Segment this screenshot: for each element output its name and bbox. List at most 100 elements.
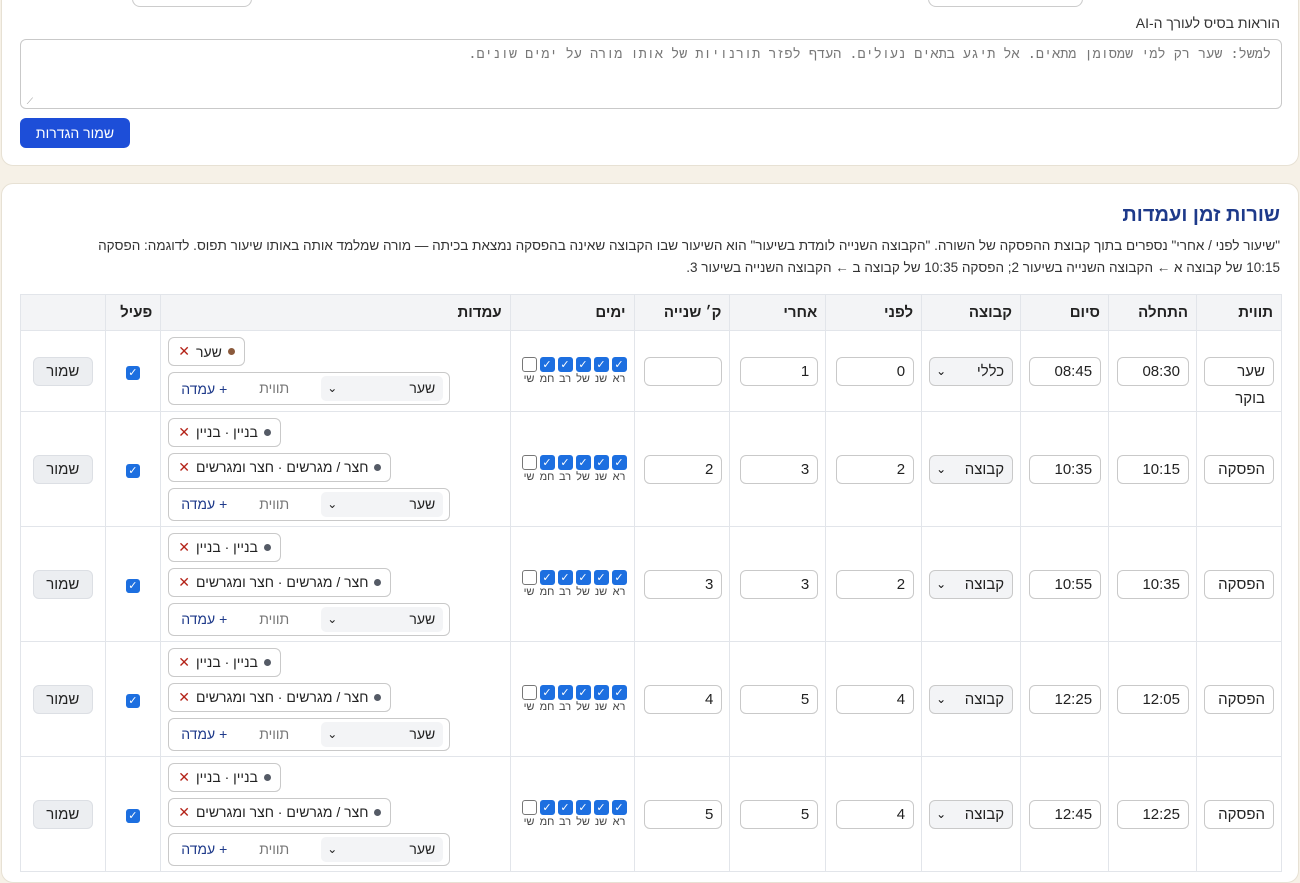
remove-station-icon[interactable]: ✕ bbox=[178, 343, 190, 360]
save-settings-button[interactable]: שמור הגדרות bbox=[20, 118, 130, 148]
station-type-select[interactable]: שער ⌄ bbox=[321, 836, 444, 862]
row-label-input[interactable]: הפסקה bbox=[1204, 684, 1274, 714]
start-time-input[interactable]: 08:30 bbox=[1117, 356, 1189, 386]
day-checkbox[interactable]: ✓ bbox=[539, 455, 555, 470]
remove-station-icon[interactable]: ✕ bbox=[178, 804, 190, 821]
lesson-before-input[interactable]: 2 bbox=[836, 569, 915, 599]
save-row-button[interactable]: שמור bbox=[32, 454, 93, 484]
resize-grip-icon[interactable]: ⟋ bbox=[23, 97, 33, 107]
save-row-button[interactable]: שמור bbox=[32, 356, 93, 386]
end-time-input[interactable]: 12:45 bbox=[1029, 799, 1102, 829]
lesson-before-input[interactable]: 0 bbox=[836, 356, 915, 386]
day-checkbox[interactable]: ✓ bbox=[575, 455, 591, 470]
start-time-input[interactable]: 10:35 bbox=[1117, 569, 1189, 599]
start-time-input[interactable]: 12:05 bbox=[1117, 684, 1189, 714]
add-station-button[interactable]: + עמדה bbox=[181, 496, 227, 512]
start-time-input[interactable]: 12:25 bbox=[1117, 799, 1189, 829]
lesson-after-input[interactable]: 5 bbox=[740, 799, 819, 829]
add-station-button[interactable]: + עמדה bbox=[181, 381, 227, 397]
add-station-button[interactable]: + עמדה bbox=[181, 611, 227, 627]
group-select[interactable]: קבוצה ⌄ bbox=[929, 799, 1014, 829]
group-select[interactable]: כללי ⌄ bbox=[929, 356, 1014, 386]
lesson-before-input[interactable]: 2 bbox=[836, 454, 915, 484]
remove-station-icon[interactable]: ✕ bbox=[178, 769, 190, 786]
station-label-input[interactable]: תווית bbox=[233, 376, 316, 401]
station-type-select[interactable]: שער ⌄ bbox=[321, 606, 444, 632]
end-time-input[interactable]: 12:25 bbox=[1029, 684, 1102, 714]
station-label-input[interactable]: תווית bbox=[233, 606, 316, 632]
end-time-input[interactable]: 08:45 bbox=[1029, 356, 1102, 386]
second-group-lesson-input[interactable] bbox=[644, 356, 723, 386]
day-checkbox[interactable]: ✓ bbox=[575, 357, 591, 372]
start-time-input[interactable]: 10:15 bbox=[1117, 454, 1189, 484]
remove-station-icon[interactable]: ✕ bbox=[178, 689, 190, 706]
group-select[interactable]: קבוצה ⌄ bbox=[929, 454, 1014, 484]
day-checkbox[interactable]: ✓ bbox=[539, 685, 555, 700]
remove-station-icon[interactable]: ✕ bbox=[178, 459, 190, 476]
day-checkbox[interactable]: ✓ bbox=[539, 357, 555, 372]
row-label-input[interactable]: הפסקה bbox=[1204, 454, 1274, 484]
active-checkbox[interactable]: ✓ bbox=[125, 365, 140, 380]
day-checkbox[interactable]: ✓ bbox=[557, 455, 573, 470]
add-station-button[interactable]: + עמדה bbox=[181, 726, 227, 742]
day-checkbox[interactable]: ✓ bbox=[593, 357, 609, 372]
station-label-input[interactable]: תווית bbox=[233, 491, 316, 517]
day-checkbox[interactable]: ✓ bbox=[611, 357, 627, 372]
station-label-input[interactable]: תווית bbox=[233, 721, 316, 747]
day-checkbox[interactable]: ✓ bbox=[611, 800, 627, 815]
day-checkbox[interactable]: ✓ bbox=[539, 800, 555, 815]
save-row-button[interactable]: שמור bbox=[32, 684, 93, 714]
day-checkbox[interactable]: ✓ bbox=[575, 685, 591, 700]
station-label-input[interactable]: תווית bbox=[233, 836, 316, 862]
second-group-lesson-input[interactable]: 5 bbox=[644, 799, 723, 829]
row-label-input[interactable]: הפסקה bbox=[1204, 799, 1274, 829]
lesson-after-input[interactable]: 5 bbox=[740, 684, 819, 714]
remove-station-icon[interactable]: ✕ bbox=[178, 574, 190, 591]
day-checkbox[interactable] bbox=[521, 357, 537, 372]
day-checkbox[interactable]: ✓ bbox=[575, 570, 591, 585]
day-checkbox[interactable] bbox=[521, 685, 537, 700]
second-group-lesson-input[interactable]: 3 bbox=[644, 569, 723, 599]
end-time-input[interactable]: 10:35 bbox=[1029, 454, 1102, 484]
day-checkbox[interactable] bbox=[521, 570, 537, 585]
day-checkbox[interactable]: ✓ bbox=[611, 570, 627, 585]
save-row-button[interactable]: שמור bbox=[32, 799, 93, 829]
active-checkbox[interactable]: ✓ bbox=[125, 463, 140, 478]
day-checkbox[interactable]: ✓ bbox=[611, 685, 627, 700]
day-checkbox[interactable]: ✓ bbox=[611, 455, 627, 470]
station-type-select[interactable]: שער ⌄ bbox=[321, 376, 444, 401]
group-select[interactable]: קבוצה ⌄ bbox=[929, 569, 1014, 599]
active-checkbox[interactable]: ✓ bbox=[125, 578, 140, 593]
remove-station-icon[interactable]: ✕ bbox=[178, 539, 190, 556]
remove-station-icon[interactable]: ✕ bbox=[178, 654, 190, 671]
station-type-select[interactable]: שער ⌄ bbox=[321, 721, 444, 747]
lesson-before-input[interactable]: 4 bbox=[836, 799, 915, 829]
ai-instructions-textarea[interactable]: למשל: שער רק למי שמסומן מתאים. אל תיגע ב… bbox=[20, 39, 1282, 109]
remove-station-icon[interactable]: ✕ bbox=[178, 424, 190, 441]
day-checkbox[interactable]: ✓ bbox=[593, 685, 609, 700]
save-row-button[interactable]: שמור bbox=[32, 569, 93, 599]
active-checkbox[interactable]: ✓ bbox=[125, 693, 140, 708]
day-checkbox[interactable]: ✓ bbox=[557, 800, 573, 815]
day-checkbox[interactable]: ✓ bbox=[539, 570, 555, 585]
second-group-lesson-input[interactable]: 4 bbox=[644, 684, 723, 714]
end-time-input[interactable]: 10:55 bbox=[1029, 569, 1102, 599]
day-checkbox[interactable]: ✓ bbox=[557, 357, 573, 372]
day-checkbox[interactable] bbox=[521, 455, 537, 470]
lesson-after-input[interactable]: 3 bbox=[740, 569, 819, 599]
group-select[interactable]: קבוצה ⌄ bbox=[929, 684, 1014, 714]
row-label-input[interactable]: הפסקה bbox=[1204, 569, 1274, 599]
day-checkbox[interactable]: ✓ bbox=[557, 685, 573, 700]
lesson-before-input[interactable]: 4 bbox=[836, 684, 915, 714]
day-checkbox[interactable]: ✓ bbox=[575, 800, 591, 815]
station-type-select[interactable]: שער ⌄ bbox=[321, 491, 444, 517]
active-checkbox[interactable]: ✓ bbox=[125, 808, 140, 823]
day-checkbox[interactable]: ✓ bbox=[557, 570, 573, 585]
day-checkbox[interactable]: ✓ bbox=[593, 800, 609, 815]
row-label-input[interactable]: שער בוקר bbox=[1204, 356, 1274, 407]
day-checkbox[interactable]: ✓ bbox=[593, 455, 609, 470]
day-checkbox[interactable]: ✓ bbox=[593, 570, 609, 585]
lesson-after-input[interactable]: 3 bbox=[740, 454, 819, 484]
second-group-lesson-input[interactable]: 2 bbox=[644, 454, 723, 484]
day-checkbox[interactable] bbox=[521, 800, 537, 815]
